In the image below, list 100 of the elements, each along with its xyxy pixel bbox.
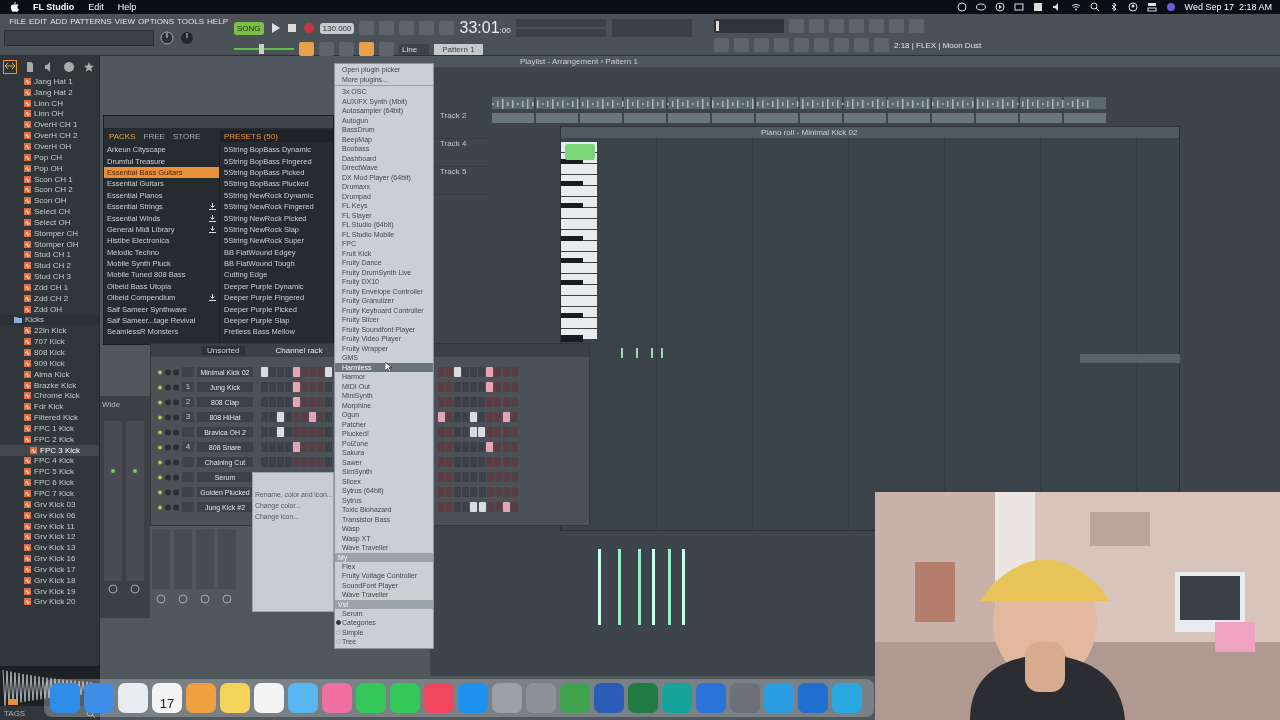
- browser-item[interactable]: Grv Kick 18: [0, 574, 99, 586]
- channel-knobs-drawing[interactable]: [157, 503, 179, 511]
- snap-dropdown[interactable]: Line: [399, 43, 430, 55]
- channel-knobs-drawing[interactable]: [157, 398, 179, 406]
- menu-item[interactable]: VIEW: [114, 17, 136, 26]
- browser-item[interactable]: Fdr Kick: [0, 401, 99, 413]
- app-icon[interactable]: [832, 683, 862, 713]
- toolbar-button[interactable]: [339, 42, 354, 56]
- current-project-icon[interactable]: [3, 61, 16, 73]
- app-icon[interactable]: [492, 683, 522, 713]
- status-icon[interactable]: [1032, 2, 1043, 12]
- user-icon[interactable]: [1127, 2, 1138, 12]
- browser-item[interactable]: 22in Kick: [0, 325, 99, 337]
- browser-item[interactable]: Scon CH 2: [0, 184, 99, 196]
- download-icon[interactable]: [209, 294, 216, 302]
- group-filter-dropdown[interactable]: Unsorted: [201, 346, 246, 355]
- channel-knobs-drawing[interactable]: [157, 488, 179, 496]
- app-icon[interactable]: [288, 683, 318, 713]
- browser-item[interactable]: Filtered Kick: [0, 412, 99, 423]
- step-button[interactable]: [502, 412, 510, 422]
- channel-knobs-drawing[interactable]: [157, 473, 179, 481]
- play-icon[interactable]: [994, 2, 1005, 12]
- step-button[interactable]: [502, 502, 510, 512]
- browser-item[interactable]: OverH CH 1: [0, 119, 99, 131]
- app-icon[interactable]: [186, 683, 216, 713]
- step-button[interactable]: [470, 502, 478, 512]
- status-icon[interactable]: [956, 2, 967, 12]
- browser-item[interactable]: Alma Kick: [0, 368, 99, 380]
- step-button[interactable]: [325, 367, 333, 377]
- browser-item[interactable]: Zdd CH 1: [0, 282, 99, 293]
- packs-tab[interactable]: STORE: [172, 131, 201, 141]
- browser-item[interactable]: Linn OH: [0, 108, 99, 120]
- download-icon[interactable]: [209, 225, 216, 233]
- radio-button[interactable]: [336, 620, 341, 626]
- browser-item[interactable]: FPC 3 Kick: [0, 444, 99, 456]
- app-icon[interactable]: [254, 683, 284, 713]
- toolbar-button[interactable]: [299, 42, 314, 56]
- browser-item[interactable]: Stud CH 2: [0, 260, 99, 272]
- app-menu[interactable]: FL Studio: [33, 2, 75, 12]
- browser-item[interactable]: Stud CH 1: [0, 249, 99, 261]
- step-button[interactable]: [438, 412, 446, 422]
- browser-item[interactable]: Zdd CH 2: [0, 292, 99, 304]
- control-center-icon[interactable]: [1146, 2, 1157, 12]
- display-icon[interactable]: [1013, 2, 1024, 12]
- browser-item[interactable]: OverH OH: [0, 141, 99, 152]
- browser-item[interactable]: Stomper CH: [0, 227, 99, 239]
- step-button[interactable]: [277, 412, 285, 422]
- mixer-track-number[interactable]: 2: [182, 397, 194, 407]
- browser-item[interactable]: FPC 1 Kick: [0, 423, 99, 434]
- menu-item[interactable]: FILE: [9, 17, 27, 26]
- browser-item[interactable]: Grv Kick 16: [0, 553, 99, 564]
- menu-item[interactable]: HELP: [207, 17, 228, 26]
- browser-item[interactable]: Grv Kick 06: [0, 509, 99, 521]
- step-button[interactable]: [293, 442, 301, 452]
- browser-item[interactable]: FPC 7 Kick: [0, 488, 99, 499]
- browser-item[interactable]: Select OH: [0, 216, 99, 228]
- app-icon[interactable]: [50, 683, 80, 713]
- app-icon[interactable]: [594, 683, 624, 713]
- mixer-track-number[interactable]: 1: [182, 382, 194, 392]
- browser-item[interactable]: Chrome Kick: [0, 390, 99, 402]
- browser-item[interactable]: Scon CH 1: [0, 173, 99, 185]
- browser-item[interactable]: FPC 2 Kick: [0, 433, 99, 445]
- browser-item[interactable]: Linn CH: [0, 97, 99, 109]
- browser-item[interactable]: Grv Kick 11: [0, 520, 99, 532]
- browser-item[interactable]: Scon OH: [0, 195, 99, 207]
- pattern-selector[interactable]: Pattern 1: [434, 43, 483, 55]
- channel-knobs-drawing[interactable]: [157, 458, 179, 466]
- tempo-display[interactable]: 130.000: [319, 22, 355, 34]
- step-button[interactable]: [470, 427, 478, 437]
- toolbar-button[interactable]: [359, 42, 374, 56]
- step-button[interactable]: [454, 367, 462, 377]
- mixer-track-number[interactable]: 3: [182, 412, 194, 422]
- step-button[interactable]: [478, 502, 486, 512]
- record-icon[interactable]: [302, 22, 315, 34]
- browser-item[interactable]: Select CH: [0, 206, 99, 217]
- toolbar-button[interactable]: [379, 42, 394, 56]
- piano-keyboard-drawing[interactable]: [561, 142, 597, 342]
- download-icon[interactable]: [209, 203, 216, 211]
- step-button[interactable]: [293, 367, 301, 377]
- packs-tab[interactable]: PACKS: [109, 131, 136, 141]
- toolbar-button[interactable]: [319, 42, 334, 56]
- browser-item[interactable]: Pop CH: [0, 151, 99, 163]
- step-button[interactable]: [486, 367, 494, 377]
- menu-item[interactable]: EDIT: [29, 17, 48, 26]
- app-icon[interactable]: [220, 683, 250, 713]
- master-volume-slider[interactable]: [259, 44, 264, 54]
- step-button[interactable]: [478, 427, 486, 437]
- knob-icon[interactable]: [180, 31, 194, 45]
- browser-item[interactable]: 808 Kick: [0, 347, 99, 358]
- menu-item[interactable]: Edit: [88, 2, 104, 12]
- menu-item[interactable]: ADD: [50, 17, 68, 26]
- menu-item[interactable]: TOOLS: [177, 17, 205, 26]
- channel-knobs-drawing[interactable]: [157, 383, 179, 391]
- browser-item[interactable]: Grv Kick 13: [0, 542, 99, 554]
- browser-item[interactable]: Grv Kick 20: [0, 596, 99, 608]
- knob-icon[interactable]: [160, 31, 174, 45]
- menu-item[interactable]: OPTIONS: [138, 17, 175, 26]
- browser-item[interactable]: FPC 4 Kick: [0, 455, 99, 467]
- app-icon[interactable]: 17: [152, 683, 182, 713]
- app-icon[interactable]: [118, 683, 148, 713]
